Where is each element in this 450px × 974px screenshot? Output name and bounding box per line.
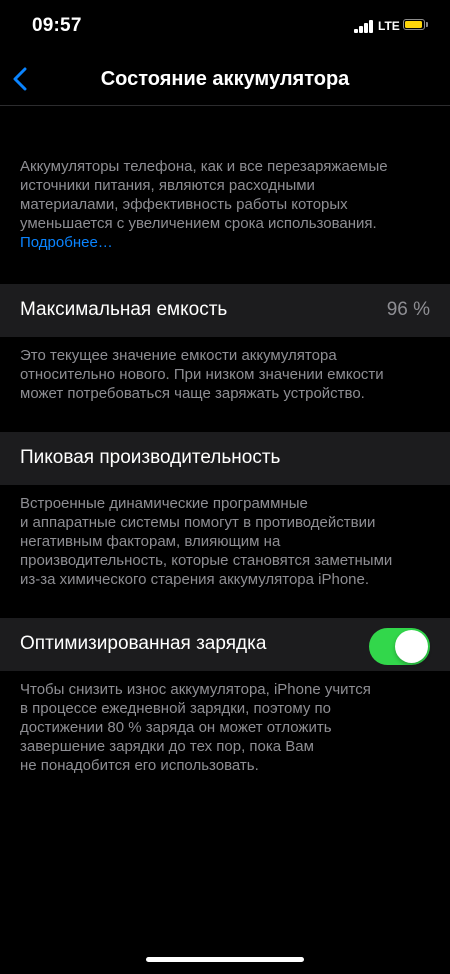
description-line: Это текущее значение емкости аккумулятор… xyxy=(20,347,337,364)
description-line: негативным факторам, влияющим на xyxy=(20,533,281,550)
battery-cap xyxy=(426,22,428,27)
description-line: Встроенные динамические программные xyxy=(20,495,308,512)
intro-description: Аккумуляторы телефона, как и все перезар… xyxy=(20,157,435,252)
description-line: достижении 80 % заряда он может отложить xyxy=(20,719,332,736)
optimized-charging-label: Оптимизированная зарядка xyxy=(20,633,267,654)
intro-line: источники питания, являются расходными xyxy=(20,177,315,194)
intro-line: Аккумуляторы телефона, как и все перезар… xyxy=(20,158,388,175)
description-line: относительно нового. При низком значении… xyxy=(20,366,384,383)
description-line: из-за химического старения аккумулятора … xyxy=(20,571,370,588)
network-type: LTE xyxy=(378,19,400,33)
optimized-charging-description: Чтобы снизить износ аккумулятора, iPhone… xyxy=(20,680,435,775)
description-line: и аппаратные системы помогут в противоде… xyxy=(20,514,376,531)
peak-performance-label: Пиковая производительность xyxy=(20,447,281,468)
description-line: в процессе ежедневной зарядки, поэтому п… xyxy=(20,700,331,717)
status-time: 09:57 xyxy=(32,15,82,36)
description-line: может потребоваться чаще заряжать устрой… xyxy=(20,385,365,402)
page-title: Состояние аккумулятора xyxy=(100,68,350,90)
max-capacity-cell: Максимальная емкость 96 % xyxy=(0,284,450,337)
home-indicator[interactable] xyxy=(146,957,304,962)
navigation-bar: Состояние аккумулятора xyxy=(0,52,450,106)
battery-icon xyxy=(403,19,425,30)
status-bar: 09:57 LTE xyxy=(0,0,450,52)
toggle-knob xyxy=(395,630,428,663)
optimized-charging-toggle[interactable] xyxy=(369,628,430,665)
battery-level xyxy=(405,21,422,28)
cellular-signal-icon xyxy=(354,20,374,33)
description-line: производительность, которые становятся з… xyxy=(20,552,393,569)
max-capacity-value: 96 % xyxy=(386,299,430,320)
description-line: не понадобится его использовать. xyxy=(20,757,259,774)
intro-line: уменьшается с увеличением срока использо… xyxy=(20,215,377,232)
peak-performance-cell: Пиковая производительность xyxy=(0,432,450,485)
learn-more-link[interactable]: Подробнее… xyxy=(20,233,435,252)
intro-line: материалами, эффективность работы которы… xyxy=(20,196,348,213)
max-capacity-label: Максимальная емкость xyxy=(20,299,228,320)
description-line: завершение зарядки до тех пор, пока Вам xyxy=(20,738,314,755)
peak-performance-description: Встроенные динамические программные и ап… xyxy=(20,494,435,589)
optimized-charging-cell: Оптимизированная зарядка xyxy=(0,618,450,671)
description-line: Чтобы снизить износ аккумулятора, iPhone… xyxy=(20,681,371,698)
max-capacity-description: Это текущее значение емкости аккумулятор… xyxy=(20,346,435,403)
